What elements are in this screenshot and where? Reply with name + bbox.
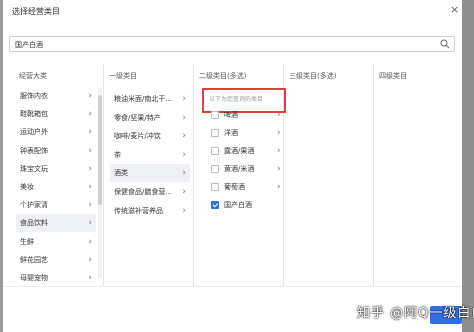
- level1-category-item[interactable]: 酒类 ›: [110, 164, 190, 183]
- checkbox[interactable]: [211, 129, 219, 137]
- main-category-item[interactable]: 生鲜 ›: [16, 233, 96, 251]
- level2-category-option[interactable]: 洋酒 ›: [209, 125, 289, 141]
- checkbox[interactable]: [211, 183, 219, 191]
- chevron-right-icon: ›: [88, 109, 92, 120]
- level1-category-label: 咖啡/麦片/冲饮: [114, 132, 161, 141]
- chevron-right-icon: ›: [182, 205, 186, 216]
- main-category-label: 钟表配饰: [20, 146, 48, 155]
- main-category-item[interactable]: 个护家清 ›: [16, 196, 96, 214]
- chevron-right-icon: ›: [88, 127, 92, 138]
- level1-category-label: 零食/坚果/特产: [114, 113, 161, 122]
- scrollbar-thumb[interactable]: [98, 95, 102, 205]
- chevron-right-icon: ›: [182, 94, 186, 104]
- close-icon[interactable]: ×: [450, 3, 459, 16]
- chevron-right-icon: ›: [182, 149, 186, 160]
- column-divider: [373, 64, 374, 286]
- main-category-label: 食品饮料: [20, 219, 48, 228]
- chevron-right-icon: ›: [88, 273, 92, 283]
- level1-category-item[interactable]: 零食/坚果/特产 ›: [110, 109, 190, 127]
- main-category-item[interactable]: 鲜花园艺 ›: [16, 251, 96, 269]
- main-category-label: 鲜花园艺: [20, 255, 48, 264]
- level1-category-item[interactable]: 茶 ›: [110, 146, 190, 164]
- level2-category-label: 黄酒/米酒: [224, 165, 255, 173]
- chevron-right-icon: ›: [182, 131, 186, 142]
- watermark: 知乎 @阿Q一级白白: [357, 306, 474, 321]
- main-category-label: 珠宝文玩: [20, 164, 48, 173]
- column-divider: [103, 64, 104, 286]
- backdrop-right: [462, 0, 474, 332]
- column-header-level3: 三级类目(多选): [289, 72, 337, 80]
- main-category-item[interactable]: 钟表配饰 ›: [16, 142, 96, 160]
- search-input[interactable]: 国产白酒: [9, 36, 455, 52]
- checkbox[interactable]: [211, 111, 219, 119]
- column-header-main: 经营大类: [19, 72, 47, 80]
- main-category-item[interactable]: 美妆 ›: [16, 178, 96, 196]
- level1-category-label: 传统滋补营养品: [114, 206, 163, 215]
- chevron-right-icon: ›: [182, 168, 186, 179]
- chevron-right-icon: ›: [88, 200, 92, 211]
- chevron-right-icon: ›: [88, 218, 92, 229]
- level2-category-option[interactable]: 黄酒/米酒 ›: [209, 161, 289, 177]
- level1-category-label: 粮油米面/南北干...: [114, 95, 173, 103]
- checkbox[interactable]: [211, 165, 219, 173]
- level1-category-label: 酒类: [114, 169, 128, 178]
- main-category-label: 鞋靴箱包: [20, 110, 48, 119]
- level1-category-item[interactable]: 保健食品/膳食营... ›: [110, 183, 190, 201]
- checkbox[interactable]: [211, 147, 219, 155]
- level1-category-label: 茶: [114, 150, 121, 159]
- level2-category-option[interactable]: 啤酒 ›: [209, 107, 289, 123]
- level2-category-option[interactable]: 葡萄酒 ›: [209, 179, 289, 195]
- chevron-right-icon: ›: [277, 110, 281, 120]
- column-header-level2: 二级类目(多选): [199, 72, 247, 80]
- level1-category-item[interactable]: 咖啡/麦片/冲饮 ›: [110, 127, 190, 145]
- level2-category-label: 露酒/果酒: [224, 147, 255, 155]
- main-category-label: 服饰内衣: [20, 92, 48, 100]
- chevron-right-icon: ›: [88, 254, 92, 265]
- main-category-item[interactable]: 服饰内衣 ›: [16, 87, 96, 105]
- main-category-label: 个护家清: [20, 201, 48, 210]
- main-category-label: 运动户外: [20, 128, 48, 137]
- main-category-item[interactable]: 珠宝文玩 ›: [16, 160, 96, 178]
- level2-category-label: 啤酒: [224, 111, 238, 119]
- level2-category-label: 葡萄酒: [224, 183, 245, 191]
- column-divider: [193, 64, 194, 286]
- level2-category-option[interactable]: 国产白酒: [209, 197, 289, 213]
- main-category-item[interactable]: 鞋靴箱包 ›: [16, 105, 96, 123]
- search-value: 国产白酒: [15, 41, 43, 49]
- level1-category-item[interactable]: 粮油米面/南北干... ›: [110, 90, 190, 108]
- chevron-right-icon: ›: [88, 236, 92, 247]
- chevron-right-icon: ›: [182, 187, 186, 197]
- chevron-right-icon: ›: [88, 91, 92, 101]
- main-category-item[interactable]: 运动户外 ›: [16, 123, 96, 141]
- search-icon[interactable]: [440, 39, 450, 49]
- chevron-right-icon: ›: [277, 128, 281, 138]
- level1-category-label: 保健食品/膳食营...: [114, 188, 173, 196]
- chevron-right-icon: ›: [277, 164, 281, 174]
- level2-category-label: 国产白酒: [224, 201, 252, 209]
- chevron-right-icon: ›: [88, 145, 92, 156]
- checkbox[interactable]: [211, 201, 219, 209]
- query-hint: 以下为您查询的类目: [209, 96, 264, 103]
- level1-category-item[interactable]: 传统滋补营养品 ›: [110, 202, 190, 220]
- chevron-right-icon: ›: [88, 182, 92, 192]
- chevron-right-icon: ›: [277, 182, 281, 192]
- column-header-level4: 四级类目: [379, 72, 407, 80]
- column-header-level1: 一级类目: [109, 72, 137, 80]
- main-category-label: 母婴宠物: [20, 274, 48, 282]
- chevron-right-icon: ›: [88, 163, 92, 174]
- level2-category-label: 洋酒: [224, 129, 238, 137]
- main-category-label: 生鲜: [20, 237, 34, 246]
- chevron-right-icon: ›: [182, 112, 186, 123]
- main-category-label: 美妆: [20, 183, 34, 191]
- chevron-right-icon: ›: [277, 146, 281, 156]
- main-category-item[interactable]: 母婴宠物 ›: [16, 269, 96, 287]
- level2-category-option[interactable]: 露酒/果酒 ›: [209, 143, 289, 159]
- footer-divider: [3, 286, 462, 287]
- main-category-item[interactable]: 食品饮料 ›: [16, 214, 96, 233]
- dialog-title: 选择经营类目: [12, 7, 60, 16]
